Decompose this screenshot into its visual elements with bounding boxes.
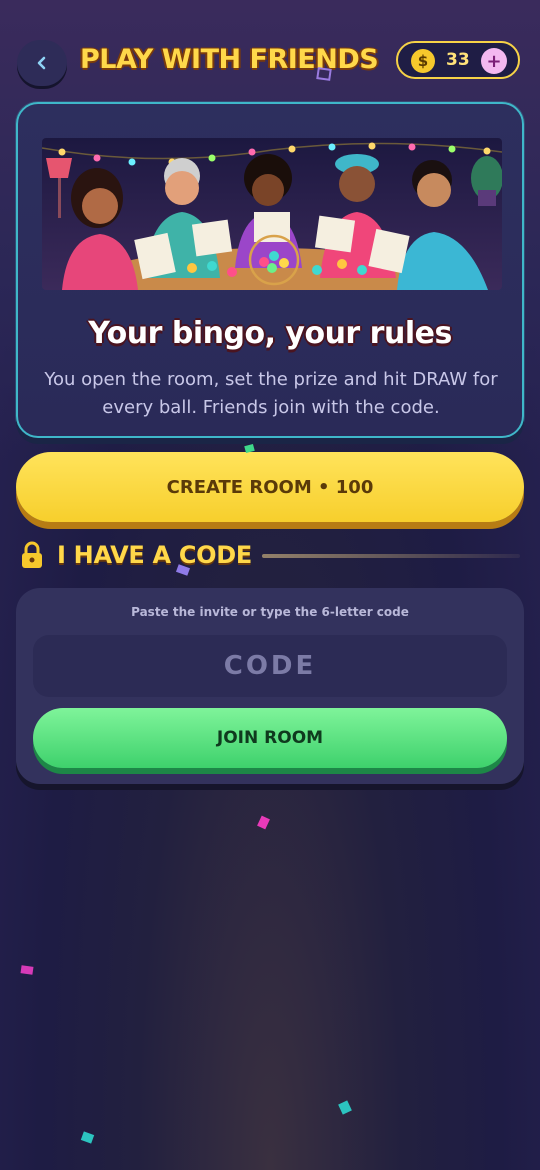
confetti-piece [80, 1131, 95, 1144]
confetti-piece [316, 67, 332, 81]
section-divider [262, 554, 520, 558]
add-coins-button[interactable]: + [481, 48, 507, 74]
friends-bingo-illustration [42, 138, 502, 290]
join-code-card: Paste the invite or type the 6-letter co… [16, 588, 524, 784]
join-room-button[interactable]: JOIN ROOM [33, 708, 507, 768]
hero-card: Your bingo, your rules You open the room… [16, 102, 524, 438]
hero-title: Your bingo, your rules [88, 316, 452, 351]
code-section-heading: I HAVE A CODE [57, 541, 253, 569]
code-input[interactable] [33, 635, 507, 697]
coin-icon: $ [411, 49, 435, 73]
coin-count: 33 [446, 50, 470, 70]
code-hint: Paste the invite or type the 6-letter co… [131, 605, 409, 619]
page-title: PLAY WITH FRIENDS [80, 44, 379, 75]
coin-balance: $ 33 + [396, 41, 520, 79]
confetti-piece [20, 965, 34, 975]
hero-description: You open the room, set the prize and hit… [44, 369, 498, 418]
confetti-piece [257, 815, 270, 830]
lock-icon [22, 541, 42, 568]
confetti-piece [338, 1100, 352, 1115]
chevron-left-icon [37, 56, 46, 70]
create-room-button[interactable]: CREATE ROOM • 100 [16, 452, 524, 522]
back-button[interactable] [17, 40, 67, 86]
